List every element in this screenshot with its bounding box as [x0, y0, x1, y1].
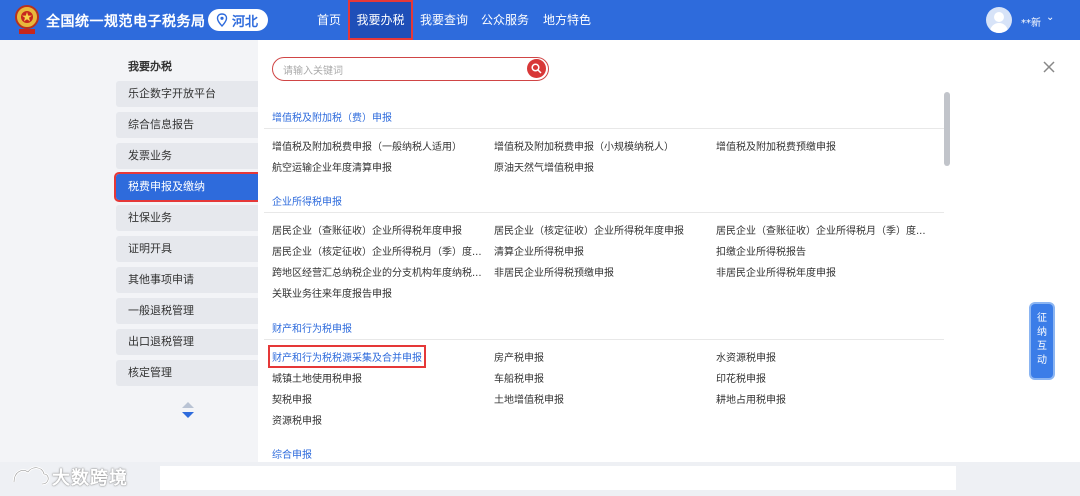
sidebar-item-info-report[interactable]: 综合信息报告	[116, 112, 258, 138]
site-title: 全国统一规范电子税务局	[46, 14, 206, 30]
sidebar-item-social-security[interactable]: 社保业务	[116, 205, 258, 231]
search-icon	[531, 63, 542, 74]
link-deed-tax[interactable]: 契税申报	[272, 391, 312, 406]
sidebar-item-assessment[interactable]: 核定管理	[116, 360, 258, 386]
section-title-comprehensive: 综合申报	[272, 450, 312, 461]
sidebar-item-general-refund[interactable]: 一般退税管理	[116, 298, 258, 324]
chevron-down-icon[interactable]: ⌄	[1046, 12, 1054, 23]
national-emblem-icon	[15, 5, 39, 34]
section-title-cit: 企业所得税申报	[272, 197, 342, 208]
left-sidebar: 我要办税 乐企数字开放平台 综合信息报告 发票业务 税费申报及缴纳 社保业务 证…	[0, 40, 260, 462]
avatar-body	[990, 23, 1008, 33]
nav-home[interactable]: 首页	[317, 0, 341, 40]
section-title-property: 财产和行为税申报	[272, 324, 352, 335]
main-panel: 请输入关键词 增值税及附加税（费）申报 增值税及附加税费申报（一般纳税人适用） …	[258, 40, 1080, 462]
avatar-head	[994, 12, 1004, 22]
divider	[264, 128, 944, 129]
nav-local-features[interactable]: 地方特色	[543, 0, 591, 40]
link-property-tax[interactable]: 房产税申报	[494, 349, 544, 364]
link-cit-annual-audit[interactable]: 居民企业（查账征收）企业所得税年度申报	[272, 222, 462, 237]
link-related-party-report[interactable]: 关联业务往来年度报告申报	[272, 285, 392, 300]
sidebar-item-leqi-platform[interactable]: 乐企数字开放平台	[116, 81, 258, 107]
link-vat-general[interactable]: 增值税及附加税费申报（一般纳税人适用）	[272, 138, 462, 153]
interaction-side-tab[interactable]: 征纳互动	[1031, 304, 1053, 378]
link-cit-nonresident-prepay[interactable]: 非居民企业所得税预缴申报	[494, 264, 614, 279]
divider	[264, 339, 944, 340]
scroll-arrows-icon[interactable]	[180, 400, 196, 422]
top-header: 全国统一规范电子税务局 河北 首页 我要办税 我要查询 公众服务 地方特色 **…	[0, 0, 1080, 40]
user-name[interactable]: **新	[1021, 14, 1041, 29]
bottom-bar	[160, 466, 956, 490]
link-cit-liquidation[interactable]: 清算企业所得税申报	[494, 243, 584, 258]
link-vehicle-tax[interactable]: 车船税申报	[494, 370, 544, 385]
user-avatar[interactable]	[986, 7, 1012, 33]
interaction-tab-label: 征纳互动	[1037, 313, 1047, 366]
nav-query[interactable]: 我要查询	[420, 0, 468, 40]
link-aviation-settlement[interactable]: 航空运输企业年度清算申报	[272, 159, 392, 174]
link-water-resource-tax[interactable]: 水资源税申报	[716, 349, 776, 364]
link-vat-small-scale[interactable]: 增值税及附加税费申报（小规模纳税人）	[494, 138, 674, 153]
close-icon[interactable]	[1042, 60, 1056, 74]
link-crude-oil-vat[interactable]: 原油天然气增值税申报	[494, 159, 594, 174]
link-vat-prepay[interactable]: 增值税及附加税费预缴申报	[716, 138, 836, 153]
nav-public-service[interactable]: 公众服务	[481, 0, 529, 40]
link-stamp-tax[interactable]: 印花税申报	[716, 370, 766, 385]
divider	[264, 212, 944, 213]
search-button[interactable]	[527, 59, 546, 78]
link-land-use-tax[interactable]: 城镇土地使用税申报	[272, 370, 362, 385]
sidebar-item-other-requests[interactable]: 其他事项申请	[116, 267, 258, 293]
sidebar-item-invoice[interactable]: 发票业务	[116, 143, 258, 169]
search-placeholder: 请输入关键词	[283, 66, 343, 77]
link-cit-quarterly-assessed[interactable]: 居民企业（核定征收）企业所得税月（季）度...	[272, 243, 482, 258]
location-pin-icon	[216, 13, 228, 27]
link-cit-annual-assessed[interactable]: 居民企业（核定征收）企业所得税年度申报	[494, 222, 684, 237]
watermark-logo-icon	[12, 466, 50, 486]
scrollbar-thumb[interactable]	[944, 92, 950, 166]
link-cit-withholding[interactable]: 扣缴企业所得税报告	[716, 243, 806, 258]
nav-tax-handling[interactable]: 我要办税	[348, 0, 413, 40]
sidebar-item-certificate[interactable]: 证明开具	[116, 236, 258, 262]
link-cit-quarterly-audit[interactable]: 居民企业（查账征收）企业所得税月（季）度...	[716, 222, 926, 237]
link-farmland-tax[interactable]: 耕地占用税申报	[716, 391, 786, 406]
sidebar-title: 我要办税	[128, 60, 172, 73]
link-cit-nonresident-annual[interactable]: 非居民企业所得税年度申报	[716, 264, 836, 279]
link-cit-branch-annual[interactable]: 跨地区经营汇总纳税企业的分支机构年度纳税...	[272, 264, 482, 279]
link-property-combined[interactable]: 财产和行为税税源采集及合并申报	[268, 345, 426, 368]
sidebar-item-tax-filing[interactable]: 税费申报及缴纳	[114, 172, 260, 202]
region-label: 河北	[232, 14, 259, 30]
region-selector[interactable]: 河北	[208, 9, 268, 31]
sidebar-item-export-refund[interactable]: 出口退税管理	[116, 329, 258, 355]
section-title-vat: 增值税及附加税（费）申报	[272, 113, 392, 124]
watermark-text: 大数跨境	[52, 468, 128, 489]
search-input[interactable]: 请输入关键词	[272, 57, 549, 81]
link-resource-tax[interactable]: 资源税申报	[272, 412, 322, 427]
link-land-appreciation-tax[interactable]: 土地增值税申报	[494, 391, 564, 406]
